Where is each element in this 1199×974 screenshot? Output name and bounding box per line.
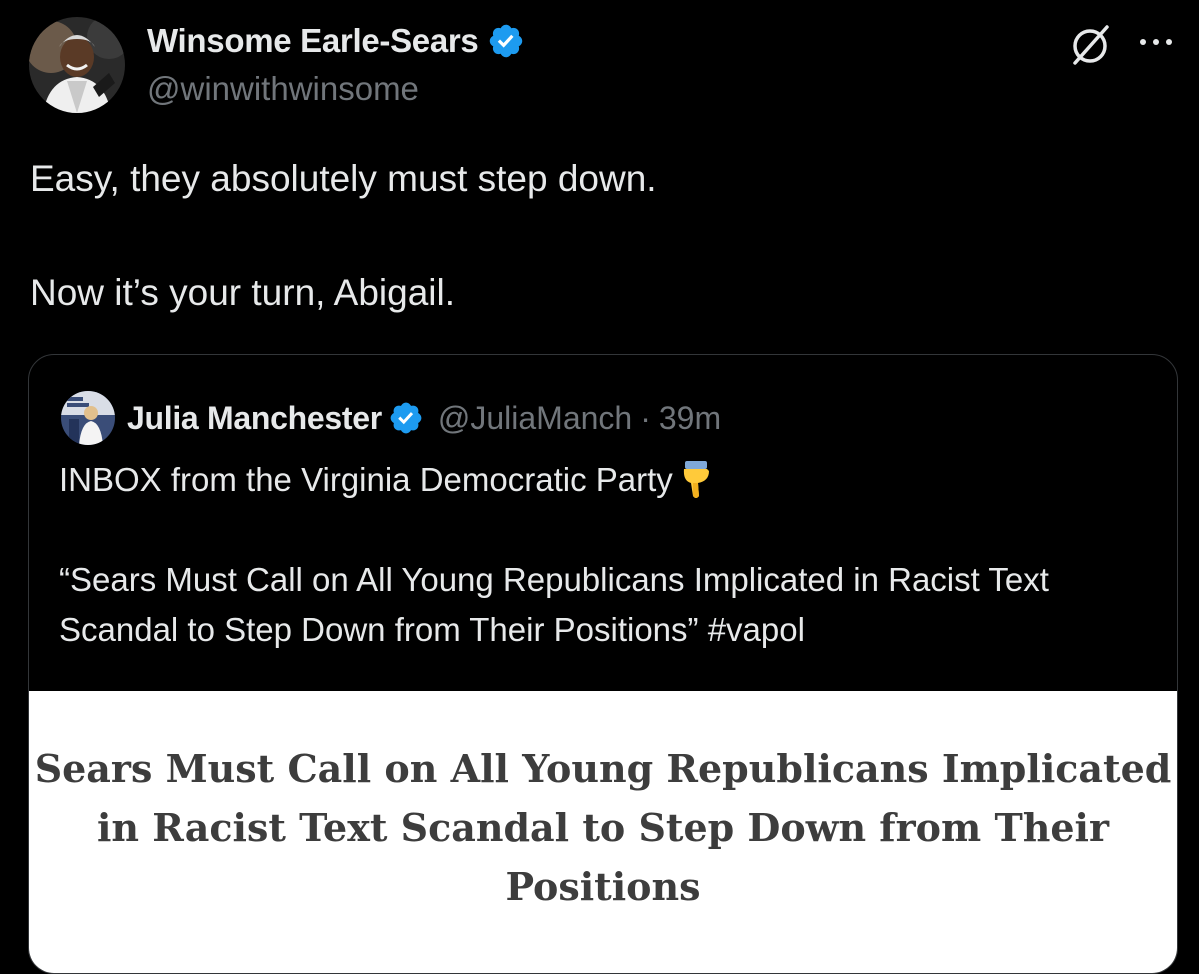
verified-badge-icon: [390, 402, 422, 434]
quote-image-headline: Sears Must Call on All Young Republicans…: [34, 746, 1172, 909]
more-dots-icon: [1140, 39, 1172, 45]
hashtag-link[interactable]: #vapol: [708, 611, 805, 648]
verified-badge-icon: [489, 24, 522, 58]
grok-button[interactable]: [1066, 20, 1116, 70]
quote-separator: ·: [640, 399, 651, 436]
author-handle[interactable]: @winwithwinsome: [147, 70, 419, 108]
quote-timestamp[interactable]: 39m: [659, 400, 721, 437]
quote-line-2-text: “Sears Must Call on All Young Republican…: [59, 561, 1049, 648]
quote-line-1: INBOX from the Virginia Democratic Party: [59, 455, 1159, 505]
quote-line-2: “Sears Must Call on All Young Republican…: [59, 555, 1159, 655]
tweet-line-1: Easy, they absolutely must step down.: [30, 158, 657, 199]
quote-author-name[interactable]: Julia Manchester: [127, 400, 382, 437]
more-options-button[interactable]: [1136, 22, 1176, 62]
author-name-row[interactable]: Winsome Earle-Sears: [147, 17, 525, 65]
quoted-tweet-card[interactable]: Julia Manchester @JuliaManch · 39m INBOX…: [28, 354, 1178, 974]
grok-icon: [1073, 25, 1109, 65]
quote-media-image[interactable]: Sears Must Call on All Young Republicans…: [29, 691, 1177, 973]
quote-author-handle[interactable]: @JuliaManch: [438, 400, 632, 437]
author-display-name[interactable]: Winsome Earle-Sears: [147, 22, 479, 60]
quote-author-avatar[interactable]: [61, 391, 115, 445]
tweet-text: Easy, they absolutely must step down. No…: [30, 150, 1160, 321]
quote-header[interactable]: Julia Manchester @JuliaManch · 39m: [127, 391, 721, 445]
tweet-line-2: Now it’s your turn, Abigail.: [30, 272, 456, 313]
quote-text: INBOX from the Virginia Democratic Party…: [59, 455, 1159, 655]
author-avatar[interactable]: [29, 17, 125, 113]
quote-line-1-text: INBOX from the Virginia Democratic Party: [59, 461, 673, 498]
pointing-down-emoji: [683, 461, 709, 498]
